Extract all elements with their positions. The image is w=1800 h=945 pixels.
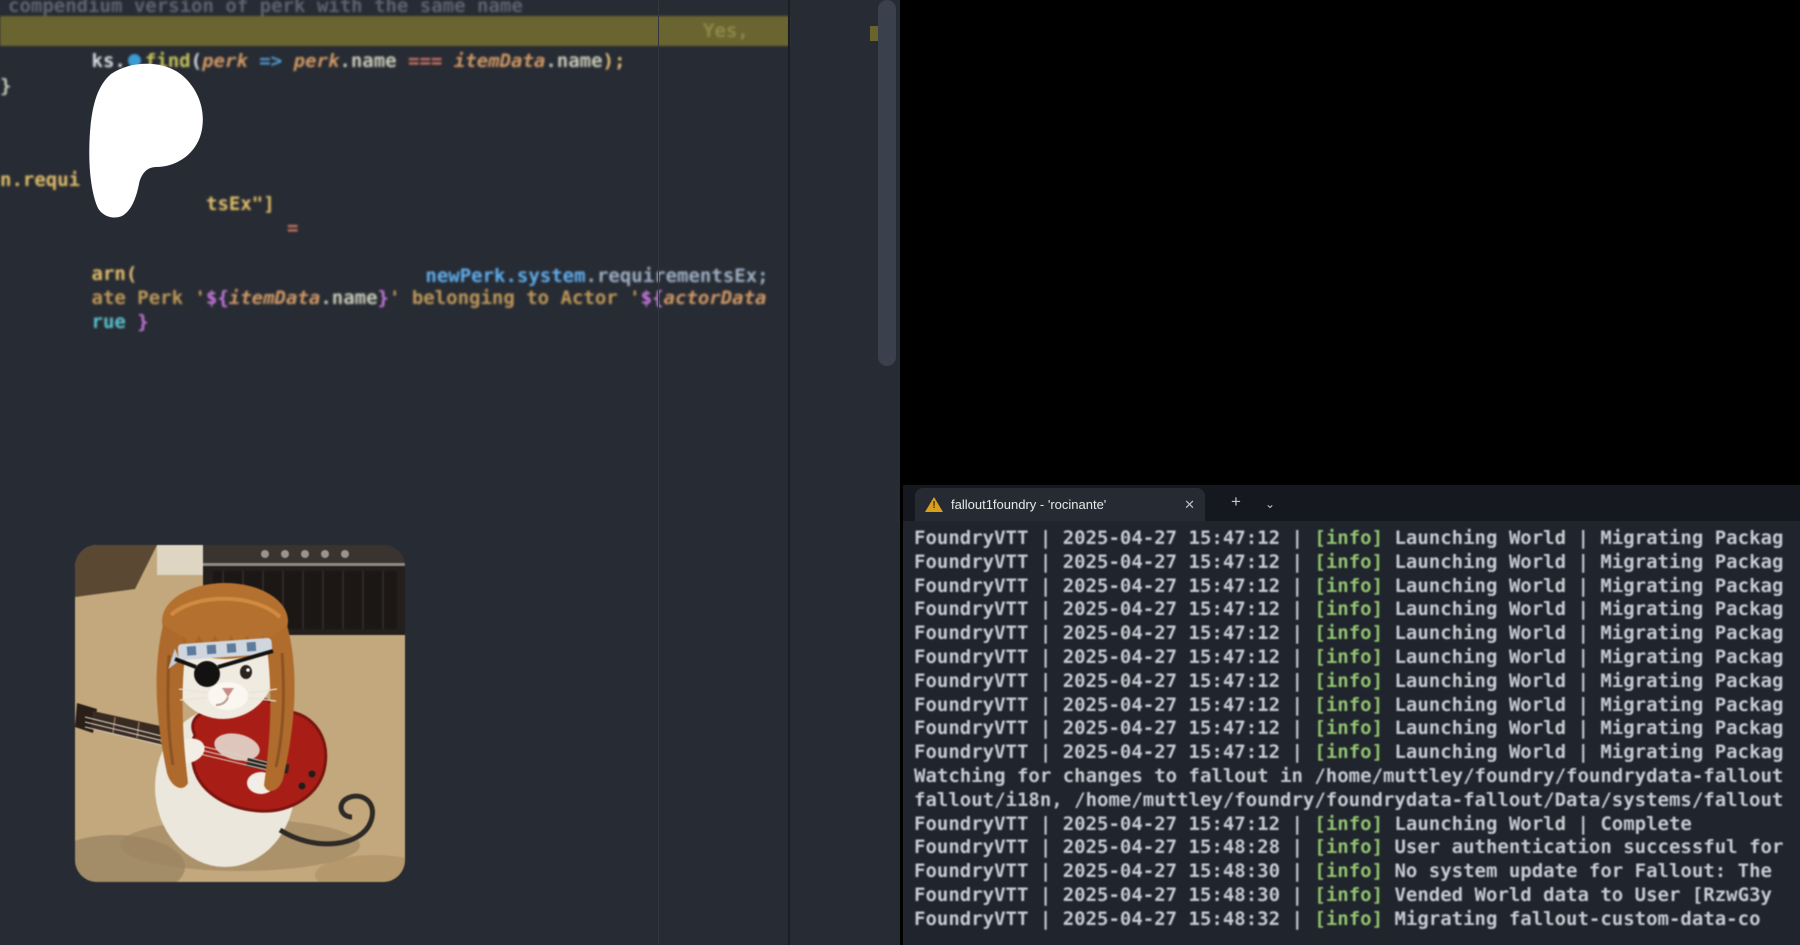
code-brace-fragment: } — [0, 74, 11, 98]
code-token: = — [287, 216, 298, 240]
editor-scrollbar-thumb[interactable] — [878, 0, 896, 366]
warning-icon: ! — [925, 497, 943, 512]
log-line: FoundryVTT | 2025-04-27 15:47:12 | [info… — [914, 694, 1800, 718]
terminal-tab[interactable]: ! fallout1foundry - 'rocinante' ✕ — [915, 488, 1205, 521]
code-token: ' belonging to Actor ' — [389, 287, 641, 309]
log-line: FoundryVTT | 2025-04-27 15:47:12 | [info… — [914, 598, 1800, 622]
cat-rockstar-photo — [75, 545, 405, 882]
code-token: itemData — [454, 50, 546, 72]
tab-close-icon[interactable]: ✕ — [1184, 497, 1195, 513]
code-token: ); — [603, 50, 626, 72]
log-line: Watching for changes to fallout in /home… — [914, 765, 1800, 789]
log-line: FoundryVTT | 2025-04-27 15:47:12 | [info… — [914, 646, 1800, 670]
log-line: FoundryVTT | 2025-04-27 15:47:12 | [info… — [914, 551, 1800, 575]
code-token: tsEx"] — [206, 192, 275, 216]
code-token: perk — [294, 50, 340, 72]
code-token: n.requi — [0, 168, 80, 192]
code-token: actorData — [664, 287, 767, 309]
log-line: FoundryVTT | 2025-04-27 15:47:12 | [info… — [914, 670, 1800, 694]
code-token: ${ — [206, 287, 229, 309]
log-line: FoundryVTT | 2025-04-27 15:47:12 | [info… — [914, 813, 1800, 837]
terminal-tab-title: fallout1foundry - 'rocinante' — [951, 497, 1176, 512]
log-line: FoundryVTT | 2025-04-27 15:48:32 | [info… — [914, 908, 1800, 932]
code-token: rue — [92, 311, 126, 333]
tab-dropdown-icon[interactable]: ⌄ — [1265, 496, 1275, 513]
code-token: perk — [202, 50, 248, 72]
code-line-find: ks.find(perk => perk.name === itemData.n… — [0, 16, 625, 46]
code-token: .name — [545, 50, 602, 72]
terminal-tab-bar: ! fallout1foundry - 'rocinante' ✕ + ⌄ — [903, 485, 1800, 521]
log-line: FoundryVTT | 2025-04-27 15:47:12 | [info… — [914, 622, 1800, 646]
code-token: === — [408, 50, 442, 72]
code-token: .name — [320, 287, 377, 309]
log-line: FoundryVTT | 2025-04-27 15:47:12 | [info… — [914, 741, 1800, 765]
log-line: fallout/i18n, /home/muttley/foundry/foun… — [914, 789, 1800, 813]
log-line: FoundryVTT | 2025-04-27 15:48:30 | [info… — [914, 860, 1800, 884]
log-line: FoundryVTT | 2025-04-27 15:47:12 | [info… — [914, 575, 1800, 599]
log-line: FoundryVTT | 2025-04-27 15:47:12 | [info… — [914, 527, 1800, 551]
code-line-true: rue } — [0, 286, 149, 358]
code-token: } — [378, 287, 389, 309]
inline-ghost-text: Yes, — [703, 16, 749, 46]
terminal-log[interactable]: FoundryVTT | 2025-04-27 15:47:12 | [info… — [914, 527, 1800, 945]
log-line: FoundryVTT | 2025-04-27 15:48:30 | [info… — [914, 884, 1800, 908]
code-token: itemData — [229, 287, 321, 309]
log-line: FoundryVTT | 2025-04-27 15:48:28 | [info… — [914, 836, 1800, 860]
white-blob-overlay — [73, 62, 207, 220]
code-token: } — [137, 311, 148, 333]
screenshot-stage: compendium version of perk with the same… — [0, 0, 1800, 945]
code-token: .name — [339, 50, 396, 72]
new-tab-button[interactable]: + — [1231, 493, 1241, 510]
code-token: ${ — [641, 287, 664, 309]
code-token: => — [259, 50, 282, 72]
log-line: FoundryVTT | 2025-04-27 15:47:12 | [info… — [914, 717, 1800, 741]
editor-minimap-divider — [788, 0, 790, 945]
terminal-window: ! fallout1foundry - 'rocinante' ✕ + ⌄ Fo… — [903, 485, 1800, 945]
editor-ruler-line — [658, 0, 659, 945]
